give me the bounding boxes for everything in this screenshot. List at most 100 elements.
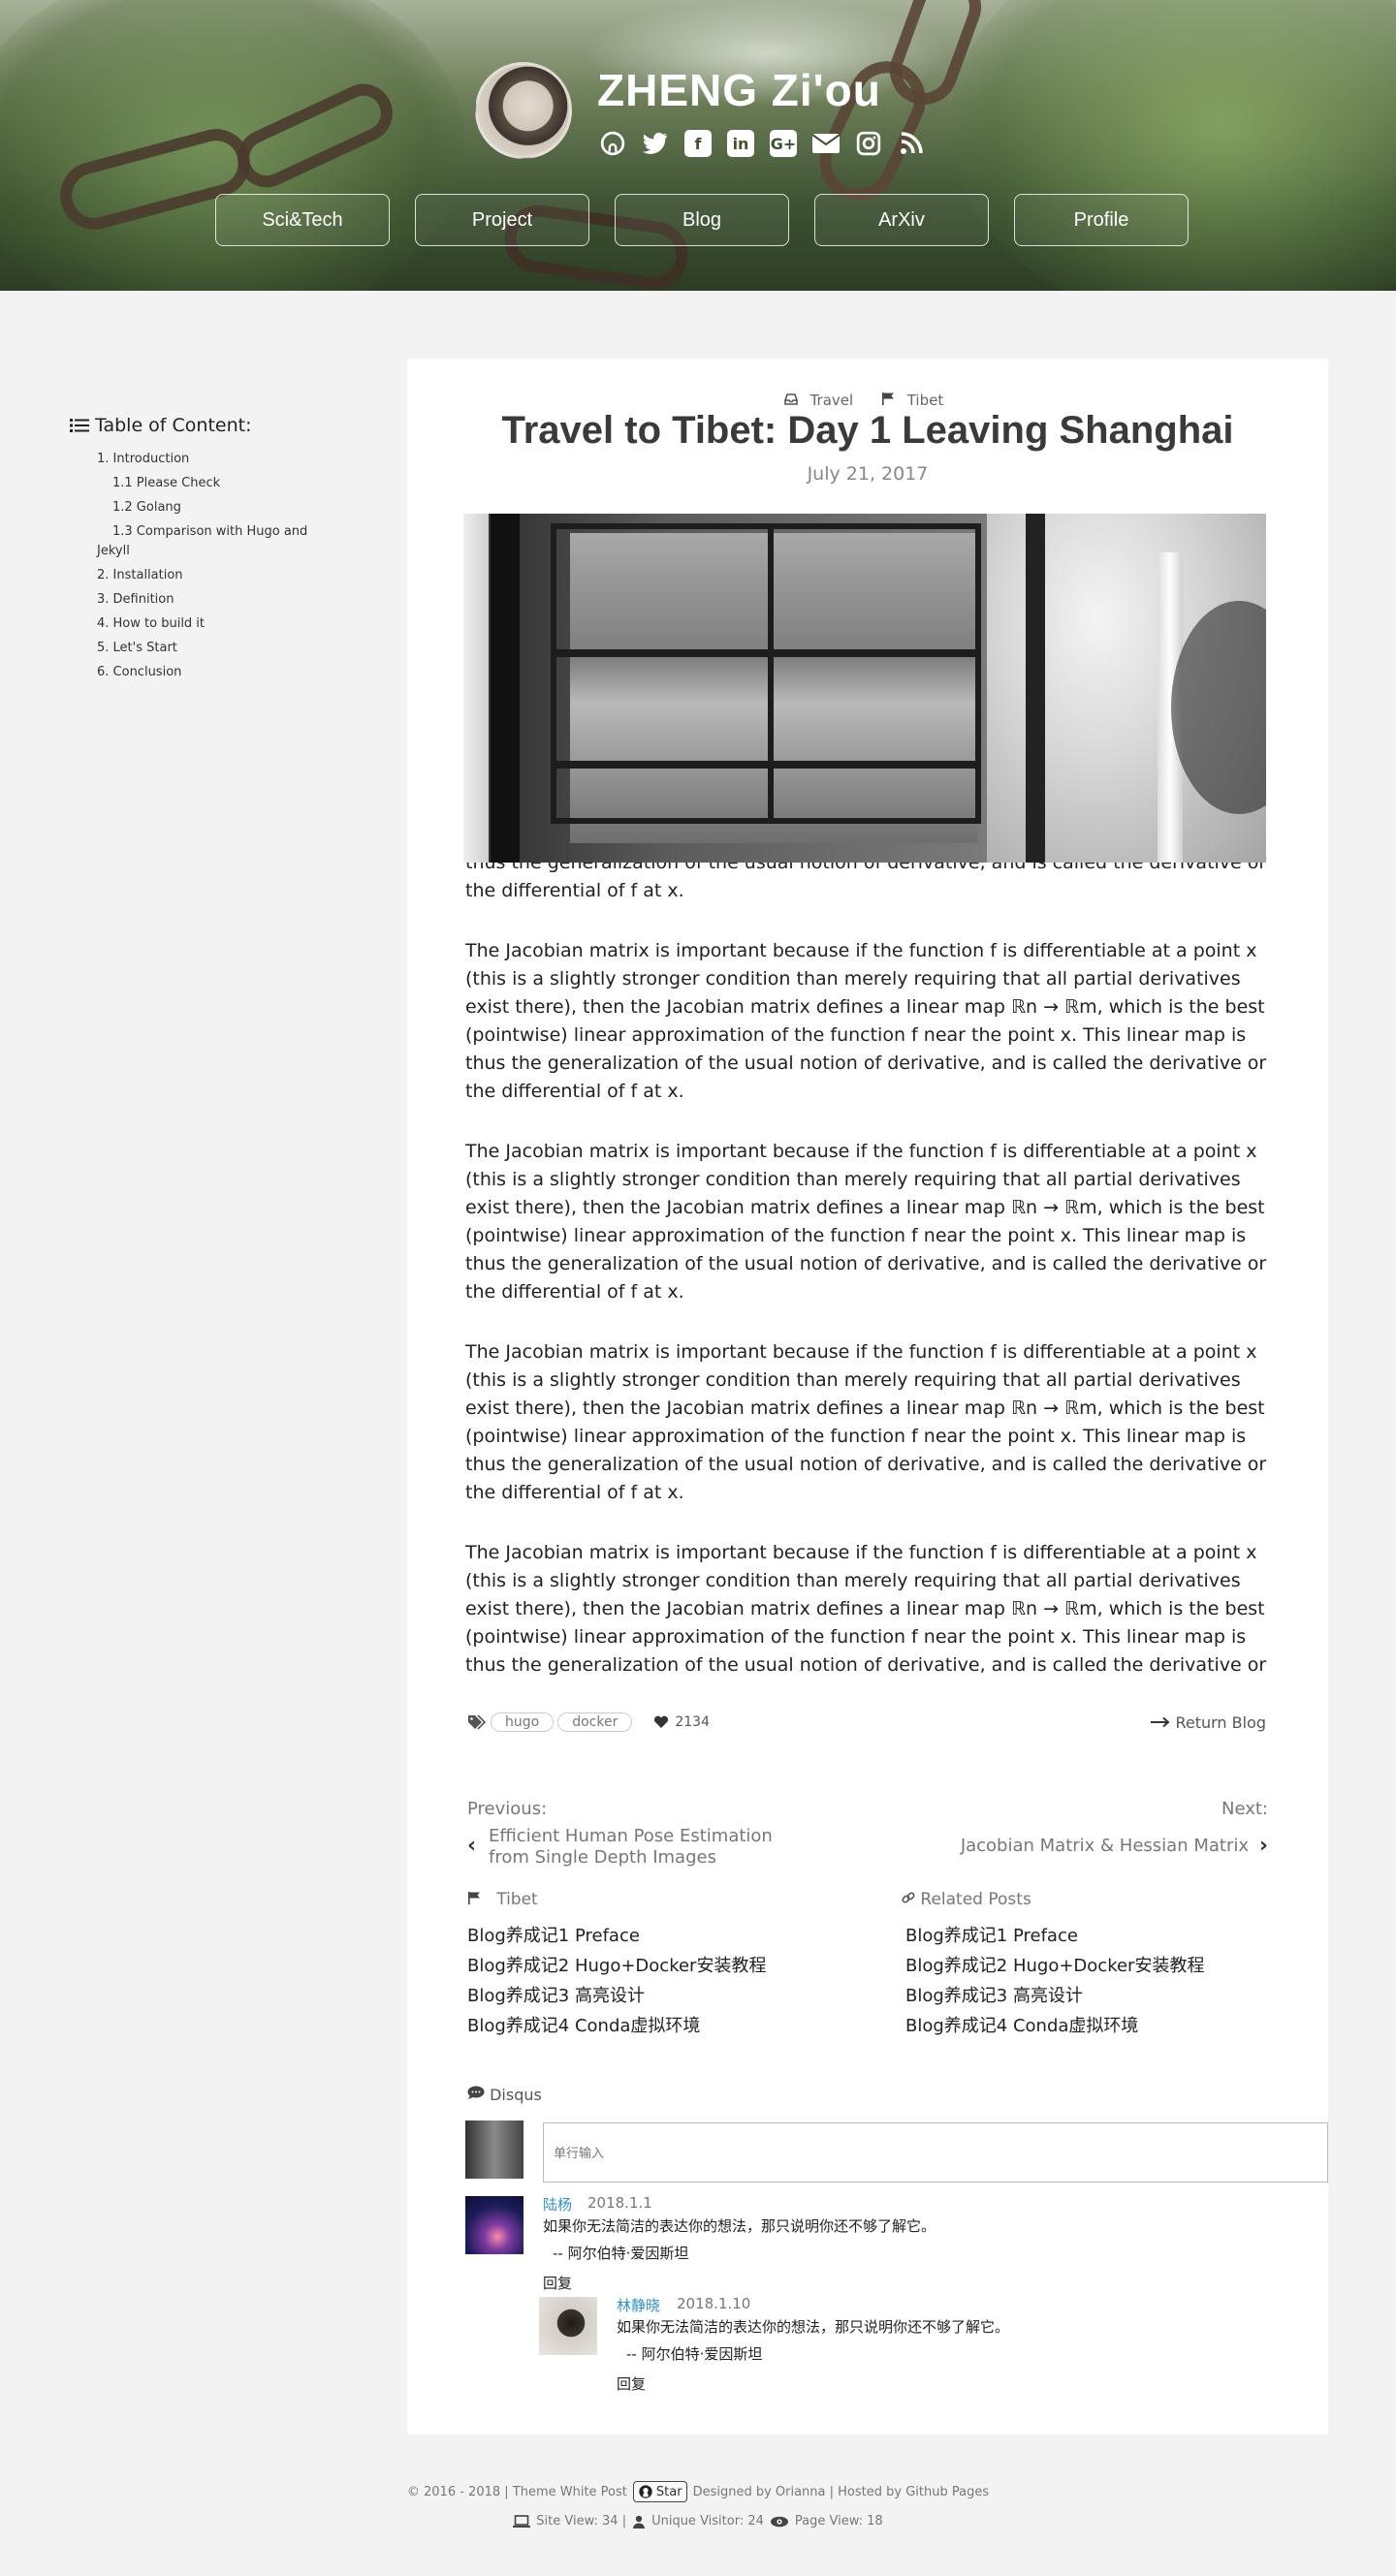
series-title: Tibet [496, 1890, 538, 1909]
toc-item[interactable]: 1.3 Comparison with Hugo and Jekyll [70, 522, 341, 561]
related-item[interactable]: Blog养成记4 Conda虚拟环境 [905, 2011, 1204, 2041]
flag-icon [881, 393, 894, 405]
tags-icon [468, 1714, 487, 1730]
github-star-button[interactable]: Star [632, 2481, 687, 2502]
related-list: Blog养成记1 Preface Blog养成记2 Hugo+Docker安装教… [905, 1921, 1204, 2041]
series-item[interactable]: Blog养成记3 高亮设计 [467, 1981, 766, 2011]
rss-icon[interactable] [896, 128, 927, 159]
related-item[interactable]: Blog养成记1 Preface [905, 1921, 1204, 1951]
toc-item[interactable]: 4. How to build it [70, 614, 341, 634]
series-list: Blog养成记1 Preface Blog养成记2 Hugo+Docker安装教… [467, 1921, 766, 2041]
reply-button[interactable]: 回复 [543, 2273, 572, 2293]
series-item[interactable]: Blog养成记1 Preface [467, 1921, 766, 1951]
email-icon[interactable] [810, 128, 841, 159]
post-title: Travel to Tibet: Day 1 Leaving Shanghai [501, 409, 1234, 452]
like-button[interactable]: 2134 [653, 1714, 710, 1730]
link-icon [902, 1892, 915, 1903]
next-post-link[interactable]: Jacobian Matrix & Hessian Matrix › [961, 1834, 1268, 1858]
commenter-avatar[interactable] [465, 2196, 524, 2254]
commenter-name[interactable]: 陆杨 [543, 2194, 572, 2215]
series-item[interactable]: Blog养成记4 Conda虚拟环境 [467, 2011, 766, 2041]
list-icon [70, 419, 89, 432]
post-footer: hugo docker 2134 Return Blog [467, 1708, 1272, 1737]
commenter-name[interactable]: 林静晓 [617, 2295, 660, 2315]
prev-label: Previous: [467, 1799, 548, 1819]
toc-item[interactable]: 5. Let's Start [70, 639, 341, 658]
comment-text: 如果你无法简洁的表达你的想法，那只说明你还不够了解它。 [543, 2217, 936, 2235]
series-item[interactable]: Blog养成记2 Hugo+Docker安装教程 [467, 1951, 766, 1981]
reply-button[interactable]: 回复 [617, 2373, 646, 2394]
toc-item[interactable]: 1. Introduction [70, 450, 341, 469]
toc-item[interactable]: 1.2 Golang [70, 498, 341, 518]
chevron-right-icon: › [1258, 1834, 1268, 1858]
series-link[interactable]: Tibet [881, 392, 951, 409]
page-view-count: Page View: 18 [794, 2514, 883, 2529]
copyright-text: © 2016 - 2018 | Theme White Post [406, 2484, 627, 2499]
tag-badge[interactable]: docker [557, 1712, 633, 1732]
related-item[interactable]: Blog养成记2 Hugo+Docker安装教程 [905, 1951, 1204, 1981]
category-label: Travel [809, 392, 854, 409]
series-label: Tibet [906, 392, 944, 409]
current-user-avatar [465, 2120, 524, 2179]
toc-item[interactable]: 1.1 Please Check [70, 474, 341, 493]
comment-date: 2018.1.10 [677, 2295, 751, 2312]
comment-input[interactable] [543, 2122, 1328, 2183]
unique-visitor-count: Unique Visitor: 24 [651, 2514, 764, 2529]
return-blog-link[interactable]: Return Blog [1151, 1713, 1266, 1732]
toc-item[interactable]: 6. Conclusion [70, 663, 341, 682]
comment-quote: -- 阿尔伯特·爱因斯坦 [626, 2345, 763, 2363]
designed-by-text: Designed by Orianna | Hosted by Github P… [692, 2484, 990, 2499]
related-title: Related Posts [920, 1890, 1031, 1909]
google-plus-icon[interactable]: G+ [770, 130, 797, 157]
nav-arxiv[interactable]: ArXiv [814, 194, 989, 246]
github-icon[interactable] [597, 128, 628, 159]
comments-heading: Disqus [467, 2086, 542, 2104]
post-meta: Travel Tibet [407, 392, 1328, 409]
comment-date: 2018.1.1 [587, 2194, 652, 2212]
social-links: f in G+ [597, 128, 927, 159]
twitter-icon[interactable] [640, 128, 671, 159]
related-item[interactable]: Blog养成记3 高亮设计 [905, 1981, 1204, 2011]
background-foliage [950, 0, 1396, 291]
tag-badge[interactable]: hugo [491, 1712, 555, 1732]
toc-item[interactable]: 3. Definition [70, 590, 341, 610]
header-banner: ZHENG Zi'ou f in G+ Sci&Tech Project Blo… [0, 0, 1396, 291]
post-paragraph: The Jacobian matrix is important because… [465, 1542, 1267, 1684]
next-label: Next: [1222, 1799, 1268, 1819]
instagram-icon[interactable] [853, 128, 884, 159]
comments-title: Disqus [490, 2086, 542, 2104]
footer-stats: Site View: 34 | Unique Visitor: 24 Page … [0, 2514, 1396, 2529]
site-title[interactable]: ZHENG Zi'ou [597, 64, 881, 116]
toc-item[interactable]: 2. Installation [70, 566, 341, 585]
post-date: July 21, 2017 [807, 463, 929, 485]
linkedin-icon[interactable]: in [727, 130, 754, 157]
toc-heading: Table of Content: [70, 415, 341, 436]
related-heading: Related Posts [902, 1890, 1031, 1909]
series-heading: Tibet [467, 1890, 538, 1909]
nav-scitech[interactable]: Sci&Tech [215, 194, 390, 246]
eye-icon [770, 2516, 788, 2527]
nav-project[interactable]: Project [415, 194, 589, 246]
post-body: thus the generalization of the usual not… [465, 849, 1270, 1684]
site-view-count: Site View: 34 | [536, 2514, 627, 2529]
main-nav: Sci&Tech Project Blog ArXiv Profile [215, 194, 1189, 246]
facebook-icon[interactable]: f [684, 130, 712, 157]
nav-profile[interactable]: Profile [1014, 194, 1189, 246]
post-photo [463, 514, 1266, 863]
profile-avatar[interactable] [475, 62, 572, 159]
flag-icon [468, 1892, 480, 1904]
category-link[interactable]: Travel [783, 392, 866, 409]
comment-icon [467, 2086, 485, 2099]
long-arrow-right-icon [1151, 1716, 1170, 1727]
laptop-icon [513, 2514, 531, 2528]
heart-icon [654, 1715, 669, 1728]
prev-post-link[interactable]: ‹ Efficient Human Pose Estimation from S… [467, 1826, 797, 1869]
post-paragraph: The Jacobian matrix is important because… [465, 1341, 1267, 1503]
nav-blog[interactable]: Blog [615, 194, 789, 246]
like-count: 2134 [675, 1714, 710, 1730]
overflow-tail: the differential of f at x. [465, 880, 684, 901]
table-of-content: Table of Content: 1. Introduction 1.1 Pl… [70, 415, 341, 687]
chevron-left-icon: ‹ [467, 1834, 477, 1858]
commenter-avatar[interactable] [539, 2297, 597, 2355]
toc-title: Table of Content: [95, 415, 252, 436]
